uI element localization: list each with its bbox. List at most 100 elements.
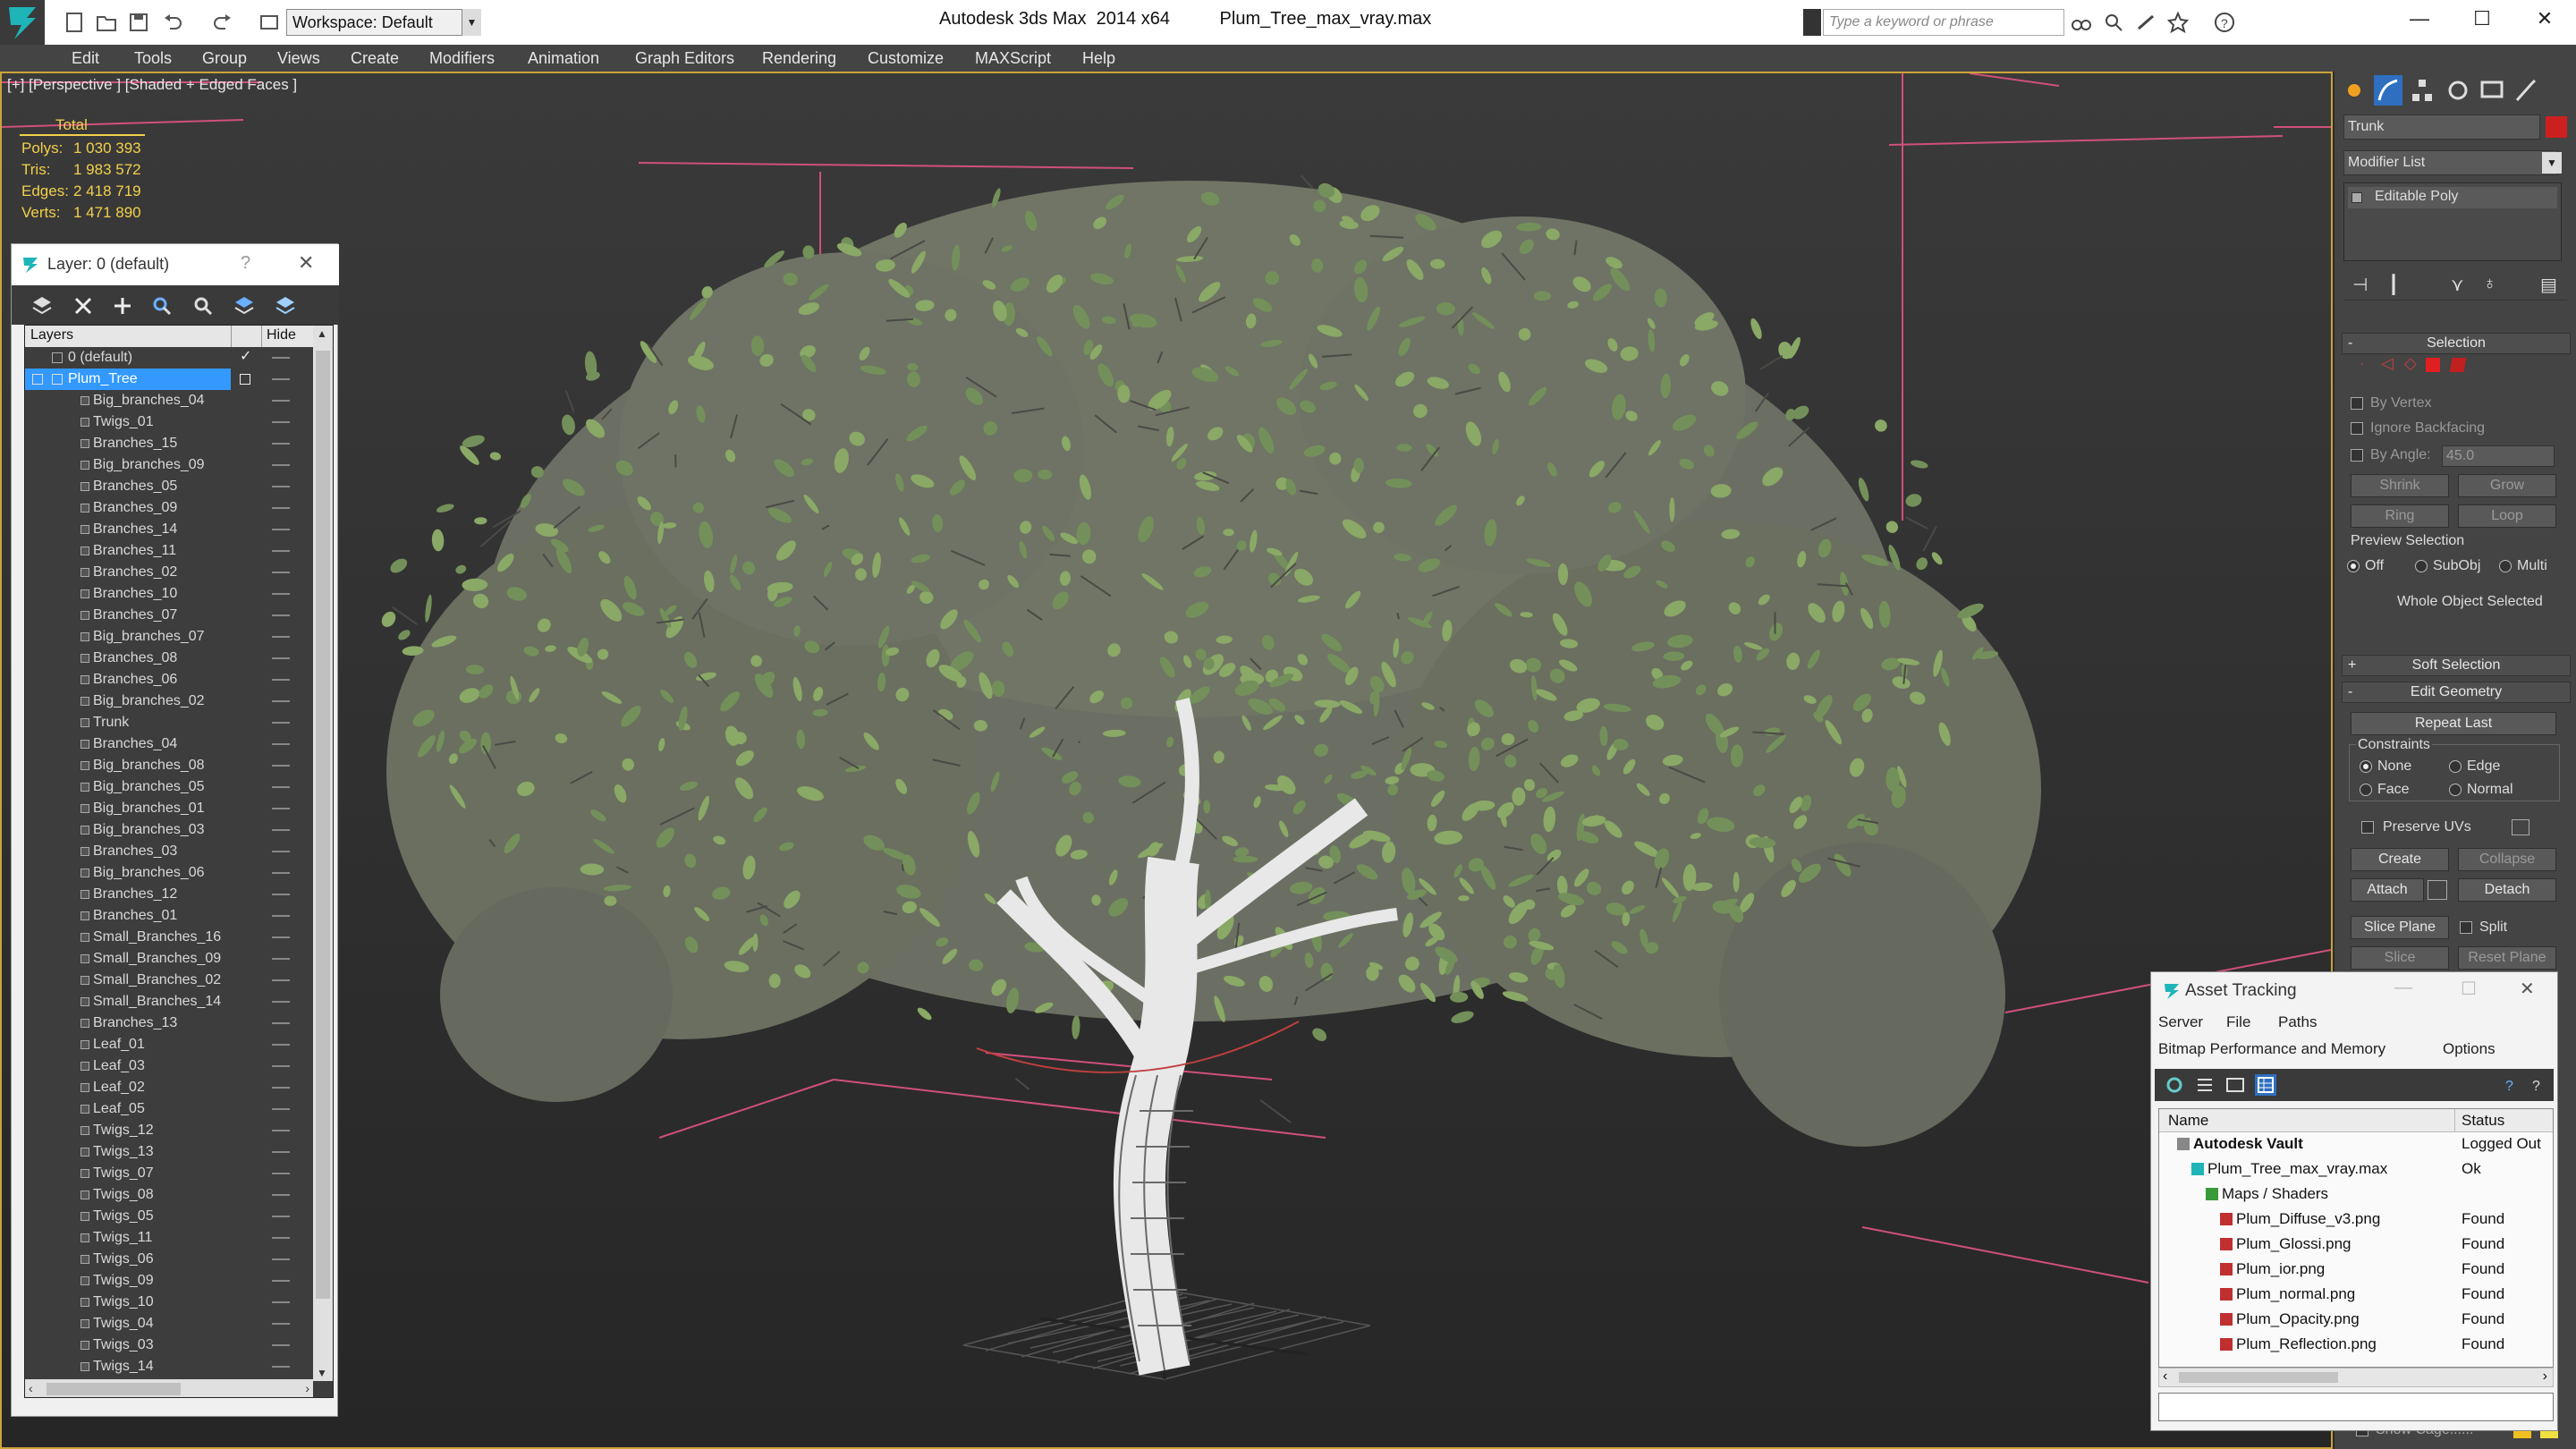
object-row[interactable]: Branches_11 <box>25 540 313 562</box>
soft-selection-rollout-header[interactable]: + Soft Selection <box>2342 655 2571 676</box>
object-color-swatch[interactable] <box>2546 116 2567 138</box>
select-objects-icon[interactable] <box>149 293 174 318</box>
shrink-button[interactable]: Shrink <box>2351 474 2449 497</box>
chevron-down-icon[interactable]: ▼ <box>317 1367 327 1379</box>
object-row[interactable]: Big_branches_02 <box>25 691 313 712</box>
reset-plane-button[interactable]: Reset Plane <box>2458 946 2556 970</box>
hide-toggle[interactable] <box>272 1108 290 1110</box>
hide-toggle[interactable] <box>272 443 290 445</box>
modify-tab-icon[interactable] <box>2374 75 2402 106</box>
asset-row[interactable]: Plum_Glossi.png Found <box>2159 1233 2553 1256</box>
freeze-layers-icon[interactable] <box>273 293 298 318</box>
maximize-button[interactable]: ☐ <box>2461 978 2477 1000</box>
hide-toggle[interactable] <box>272 915 290 917</box>
hide-toggle[interactable] <box>272 507 290 509</box>
checkmark-icon[interactable]: ✓ <box>240 346 251 368</box>
column-name[interactable]: Name <box>2168 1112 2208 1130</box>
angle-spinner[interactable]: 45.0 <box>2442 445 2555 467</box>
app-logo-icon[interactable] <box>0 0 45 45</box>
perspective-viewport[interactable]: [+] [Perspective ] [Shaded + Edged Faces… <box>0 72 2333 1449</box>
object-row[interactable]: Twigs_13 <box>25 1141 313 1163</box>
close-button[interactable]: ✕ <box>298 251 314 275</box>
pin-stack-icon[interactable]: ⊣ <box>2352 274 2368 296</box>
by-angle-checkbox[interactable] <box>2351 449 2363 462</box>
object-row[interactable]: Big_branches_03 <box>25 819 313 841</box>
binoculars-icon[interactable] <box>2070 11 2093 34</box>
horizontal-scrollbar[interactable]: ‹ › <box>25 1379 313 1397</box>
hide-toggle[interactable] <box>272 357 290 359</box>
repeat-last-button[interactable]: Repeat Last <box>2351 712 2556 735</box>
hide-toggle[interactable] <box>272 1001 290 1003</box>
chevron-right-icon[interactable]: › <box>2543 1368 2547 1385</box>
save-icon[interactable] <box>127 11 150 34</box>
tree-view-icon[interactable] <box>2224 1074 2246 1096</box>
hide-toggle[interactable] <box>272 1087 290 1089</box>
constraint-none-radio[interactable] <box>2360 760 2372 773</box>
vertical-scrollbar[interactable]: ▲ ▼ <box>313 326 333 1381</box>
ignore-backfacing-checkbox[interactable] <box>2351 422 2363 435</box>
minimize-button[interactable]: — <box>2394 978 2412 998</box>
object-row[interactable]: Leaf_01 <box>25 1034 313 1055</box>
object-row[interactable]: Twigs_11 <box>25 1227 313 1249</box>
asset-row[interactable]: Plum_Opacity.png Found <box>2159 1308 2553 1331</box>
grow-button[interactable]: Grow <box>2458 474 2556 497</box>
star-icon[interactable] <box>2166 11 2190 34</box>
selection-rollout-header[interactable]: - Selection <box>2342 333 2571 354</box>
scroll-thumb[interactable] <box>47 1383 181 1395</box>
hide-toggle[interactable] <box>272 1301 290 1303</box>
object-row[interactable]: Twigs_07 <box>25 1163 313 1184</box>
refresh-icon[interactable] <box>2164 1074 2185 1096</box>
attach-list-icon[interactable] <box>2428 880 2447 900</box>
help-icon[interactable]: ? <box>2500 1074 2521 1096</box>
edge-mode-icon[interactable]: ◁ <box>2381 354 2394 373</box>
attach-button[interactable]: Attach <box>2351 878 2424 902</box>
object-row[interactable]: Branches_02 <box>25 562 313 583</box>
modifier-list-dropdown[interactable]: Modifier List <box>2343 150 2558 175</box>
asset-row[interactable]: Plum_Reflection.png Found <box>2159 1333 2553 1356</box>
search-input[interactable]: Type a keyword or phrase <box>1823 9 2064 36</box>
asset-row[interactable]: Autodesk Vault Logged Out <box>2159 1132 2553 1156</box>
hide-toggle[interactable] <box>272 851 290 852</box>
delete-icon[interactable] <box>71 293 96 318</box>
hide-toggle[interactable] <box>272 1258 290 1260</box>
object-row[interactable]: Branches_05 <box>25 476 313 497</box>
object-row[interactable]: Small_Branches_09 <box>25 948 313 970</box>
hide-toggle[interactable] <box>272 786 290 788</box>
object-row[interactable]: Branches_12 <box>25 884 313 905</box>
slice-plane-button[interactable]: Slice Plane <box>2351 916 2449 939</box>
hide-toggle[interactable] <box>272 400 290 402</box>
close-button[interactable]: ✕ <box>2513 0 2576 38</box>
constraint-normal-radio[interactable] <box>2449 784 2462 796</box>
constraint-edge-radio[interactable] <box>2449 760 2462 773</box>
vertex-mode-icon[interactable]: · <box>2360 356 2364 372</box>
object-row[interactable]: Branches_14 <box>25 519 313 540</box>
object-row[interactable]: Twigs_12 <box>25 1120 313 1141</box>
hide-toggle[interactable] <box>272 486 290 487</box>
configure-sets-icon[interactable]: ▤ <box>2540 274 2557 296</box>
hide-toggle[interactable] <box>272 1194 290 1196</box>
hide-toggle[interactable] <box>272 1323 290 1325</box>
create-tab-icon[interactable] <box>2340 75 2368 106</box>
open-folder-icon[interactable] <box>95 11 118 34</box>
preview-off-radio[interactable] <box>2347 560 2360 572</box>
menu-options[interactable]: Options <box>2443 1040 2496 1058</box>
menu-paths[interactable]: Paths <box>2278 1013 2317 1031</box>
help-icon[interactable]: ? <box>2213 11 2236 34</box>
layers-icon[interactable] <box>30 293 55 318</box>
object-row[interactable]: Leaf_02 <box>25 1077 313 1098</box>
hide-toggle[interactable] <box>272 593 290 595</box>
chevron-right-icon[interactable]: › <box>305 1381 309 1395</box>
object-row[interactable]: Branches_09 <box>25 497 313 519</box>
object-row[interactable]: Twigs_09 <box>25 1270 313 1292</box>
column-hide[interactable]: Hide <box>267 327 296 343</box>
search-icon[interactable] <box>2102 11 2125 34</box>
menu-views[interactable]: Views <box>277 45 320 72</box>
menu-help[interactable]: Help <box>1082 45 1115 72</box>
hide-toggle[interactable] <box>272 614 290 616</box>
object-row[interactable]: Branches_13 <box>25 1013 313 1034</box>
object-row[interactable]: Branches_01 <box>25 905 313 927</box>
hide-toggle[interactable] <box>272 743 290 745</box>
asset-row[interactable]: Plum_normal.png Found <box>2159 1283 2553 1306</box>
object-row[interactable]: Branches_03 <box>25 841 313 862</box>
help-button[interactable]: ? <box>241 253 250 274</box>
